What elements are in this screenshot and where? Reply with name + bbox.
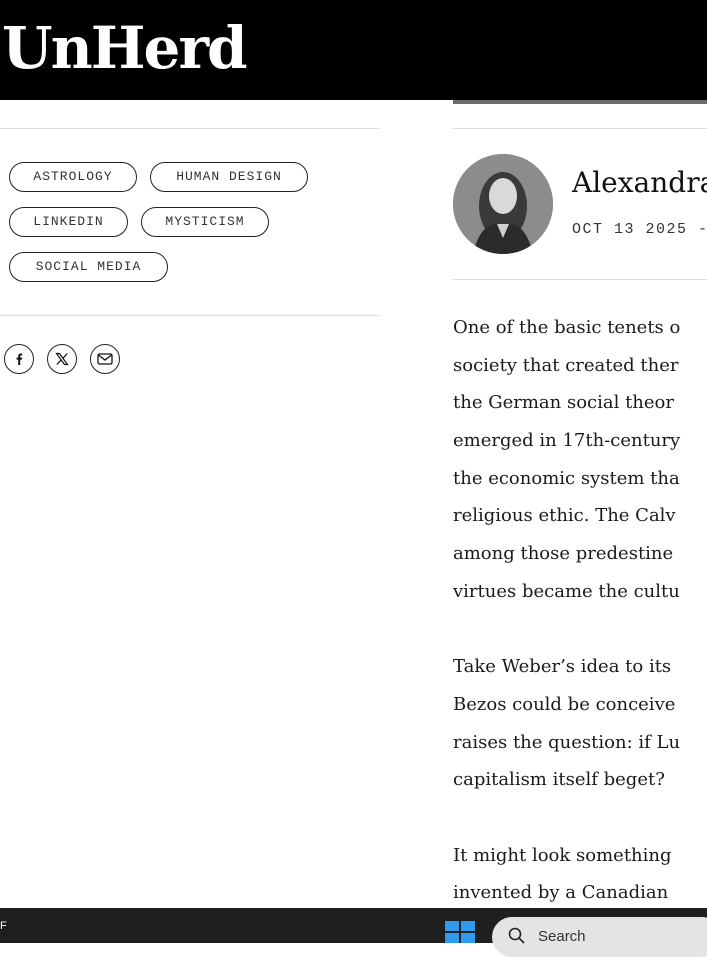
tag-mysticism[interactable]: MYSTICISM <box>141 207 269 237</box>
tag-astrology[interactable]: ASTROLOGY <box>9 162 137 192</box>
article-line: the economic system tha <box>453 467 680 489</box>
search-placeholder: Search <box>538 928 586 945</box>
article-line: Take Weber’s idea to its <box>453 656 672 678</box>
search-icon <box>508 927 526 950</box>
author-avatar[interactable] <box>453 154 553 254</box>
hero-image-bottom-edge <box>453 100 707 104</box>
article-line: the German social theor <box>453 392 674 414</box>
x-icon[interactable] <box>47 344 77 374</box>
tag-linkedin[interactable]: LINKEDIN <box>9 207 128 237</box>
masthead: UnHerd <box>0 0 707 100</box>
taskbar-left-label: F <box>0 920 7 932</box>
article-line: among those predestine <box>453 543 674 565</box>
article-body: One of the basic tenets o society that c… <box>453 309 707 912</box>
site-logo[interactable]: UnHerd <box>2 12 248 84</box>
divider <box>0 128 379 129</box>
article-line: religious ethic. The Calv <box>453 505 676 527</box>
divider <box>453 128 707 129</box>
article-line: One of the basic tenets o <box>453 317 681 338</box>
divider <box>0 315 379 316</box>
article-line: Bezos could be conceive <box>453 693 676 715</box>
article-line: virtues became the cultu <box>453 580 680 602</box>
email-icon[interactable] <box>90 344 120 374</box>
divider <box>453 279 707 280</box>
windows-start-icon[interactable] <box>445 921 475 943</box>
tag-social-media[interactable]: SOCIAL MEDIA <box>9 252 168 282</box>
article-line: society that created ther <box>453 354 679 376</box>
article-line: emerged in 17th-century <box>453 430 681 452</box>
article-line: invented by a Canadian <box>453 882 669 904</box>
article-date: OCT 13 2025 - <box>572 221 707 238</box>
facebook-icon[interactable] <box>4 344 34 374</box>
article-line: capitalism itself beget? <box>453 769 665 791</box>
article-line: It might look something <box>453 844 672 866</box>
author-name[interactable]: Alexandra <box>572 166 707 199</box>
tag-human-design[interactable]: HUMAN DESIGN <box>150 162 308 192</box>
article-line: raises the question: if Lu <box>453 731 681 753</box>
